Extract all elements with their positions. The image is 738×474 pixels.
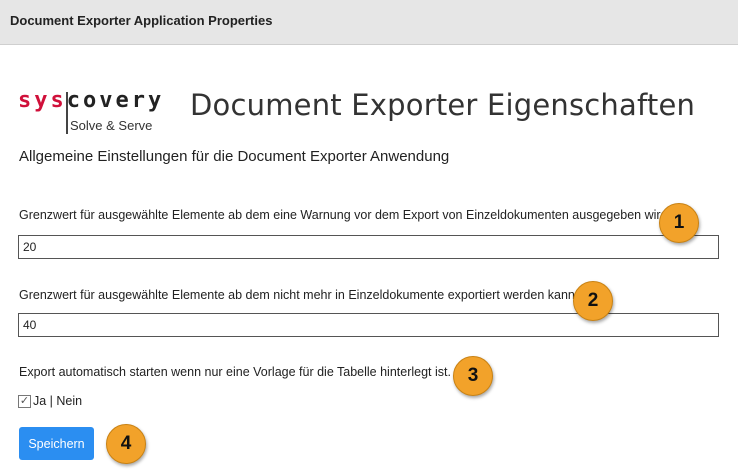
auto-export-label: Export automatisch starten wenn nur eine… <box>19 365 451 379</box>
page-subtitle: Allgemeine Einstellungen für die Documen… <box>19 148 450 165</box>
warning-threshold-label: Grenzwert für ausgewählte Elemente ab de… <box>19 208 671 222</box>
annotation-marker-3: 3 <box>453 356 493 396</box>
annotation-marker-1: 1 <box>659 203 699 243</box>
logo-covery-text: covery <box>66 88 165 113</box>
save-button[interactable]: Speichern <box>19 427 94 460</box>
syscovery-logo: syscovery Solve & Serve <box>18 88 178 138</box>
max-threshold-label: Grenzwert für ausgewählte Elemente ab de… <box>19 288 579 302</box>
auto-export-checkbox-row[interactable]: ✓ Ja | Nein <box>18 393 82 409</box>
annotation-marker-2: 2 <box>573 281 613 321</box>
checkmark-icon: ✓ <box>19 394 30 407</box>
window-title: Document Exporter Application Properties <box>10 13 273 28</box>
max-threshold-input[interactable] <box>18 313 719 337</box>
logo-sys-text: sys <box>18 88 67 113</box>
title-bar: Document Exporter Application Properties <box>0 0 738 45</box>
logo-tagline: Solve & Serve <box>70 118 153 133</box>
page-title: Document Exporter Eigenschaften <box>190 88 696 122</box>
auto-export-checkbox-label[interactable]: Ja | Nein <box>33 394 82 408</box>
annotation-marker-4: 4 <box>106 424 146 464</box>
auto-export-checkbox[interactable]: ✓ <box>18 394 31 408</box>
logo-wordmark: syscovery <box>18 88 164 114</box>
logo-divider <box>66 92 68 134</box>
warning-threshold-input[interactable] <box>18 235 719 259</box>
